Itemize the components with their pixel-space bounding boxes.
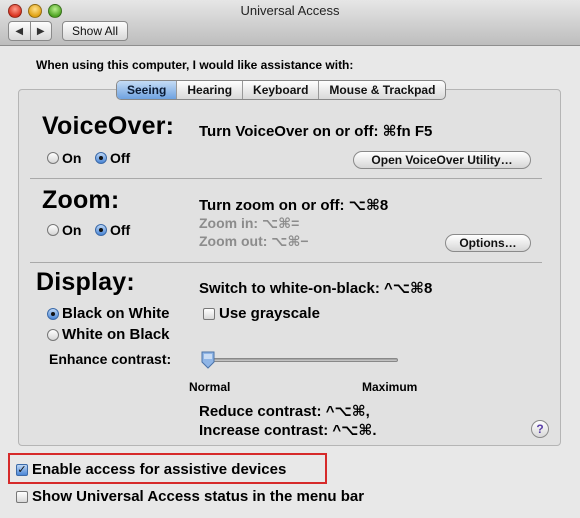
show-status-menu-label: Show Universal Access status in the menu… (32, 488, 365, 505)
tab-hearing[interactable]: Hearing (177, 81, 244, 99)
white-on-black-radio[interactable]: White on Black (47, 326, 170, 343)
contrast-slider-track[interactable] (208, 358, 398, 362)
zoom-in-shortcut: Zoom in: ⌥⌘= (199, 215, 300, 231)
voiceover-heading: VoiceOver: (42, 112, 175, 140)
reduce-contrast-shortcut: Reduce contrast: ^⌥⌘, (199, 403, 370, 420)
black-on-white-radio[interactable]: Black on White (47, 305, 170, 322)
separator (30, 262, 542, 263)
zoom-on-label: On (62, 222, 82, 238)
enable-assistive-devices-label: Enable access for assistive devices (32, 461, 287, 478)
zoom-options-button[interactable]: Options… (445, 234, 531, 252)
zoom-off-label: Off (110, 222, 131, 238)
enable-assistive-devices-checkbox[interactable]: ✓ Enable access for assistive devices (16, 461, 286, 478)
tab-seeing[interactable]: Seeing (117, 81, 178, 99)
back-forward-control: ◀ ▶ (8, 21, 52, 41)
contrast-slider-knob[interactable] (201, 351, 215, 369)
display-heading: Display: (36, 268, 135, 296)
voiceover-shortcut: Turn VoiceOver on or off: ⌘fn F5 (199, 123, 433, 140)
zoom-out-shortcut: Zoom out: ⌥⌘− (199, 233, 309, 249)
contrast-max-label: Maximum (362, 380, 418, 394)
separator (30, 178, 542, 179)
black-on-white-label: Black on White (62, 305, 170, 322)
enhance-contrast-label: Enhance contrast: (49, 351, 172, 367)
tab-keyboard[interactable]: Keyboard (243, 81, 320, 99)
radio-selected-icon (47, 307, 59, 320)
use-grayscale-label: Use grayscale (219, 305, 320, 322)
voiceover-off-label: Off (110, 150, 131, 166)
tab-bar: Seeing Hearing Keyboard Mouse & Trackpad (116, 80, 447, 100)
show-all-button[interactable]: Show All (62, 21, 128, 41)
forward-arrow-icon[interactable]: ▶ (31, 22, 52, 40)
voiceover-on-label: On (62, 150, 82, 166)
contrast-min-label: Normal (189, 380, 231, 394)
checkbox-icon (203, 307, 215, 320)
voiceover-on-radio[interactable]: On (47, 150, 81, 166)
zoom-heading: Zoom: (42, 186, 120, 214)
zoom-shortcut: Turn zoom on or off: ⌥⌘8 (199, 197, 389, 214)
checkmark-icon: ✓ (16, 463, 28, 476)
window-title: Universal Access (240, 3, 340, 18)
intro-text: When using this computer, I would like a… (36, 58, 354, 72)
radio-icon (47, 328, 59, 341)
radio-icon (47, 152, 59, 164)
zoom-off-radio[interactable]: Off (95, 222, 130, 238)
increase-contrast-shortcut: Increase contrast: ^⌥⌘. (199, 422, 377, 439)
tab-mouse-trackpad[interactable]: Mouse & Trackpad (319, 81, 445, 99)
radio-selected-icon (95, 152, 107, 164)
checkbox-icon (16, 490, 28, 503)
use-grayscale-checkbox[interactable]: Use grayscale (203, 305, 320, 322)
open-voiceover-utility-button[interactable]: Open VoiceOver Utility… (353, 151, 531, 169)
help-button[interactable]: ? (531, 420, 549, 438)
window-titlebar: Universal Access ◀ ▶ Show All (0, 0, 580, 46)
zoom-on-radio[interactable]: On (47, 222, 81, 238)
back-arrow-icon[interactable]: ◀ (9, 22, 31, 40)
show-status-menu-checkbox[interactable]: Show Universal Access status in the menu… (16, 488, 364, 505)
voiceover-off-radio[interactable]: Off (95, 150, 130, 166)
radio-icon (47, 224, 59, 236)
display-switch-shortcut: Switch to white-on-black: ^⌥⌘8 (199, 280, 433, 297)
radio-selected-icon (95, 224, 107, 236)
white-on-black-label: White on Black (62, 326, 170, 343)
